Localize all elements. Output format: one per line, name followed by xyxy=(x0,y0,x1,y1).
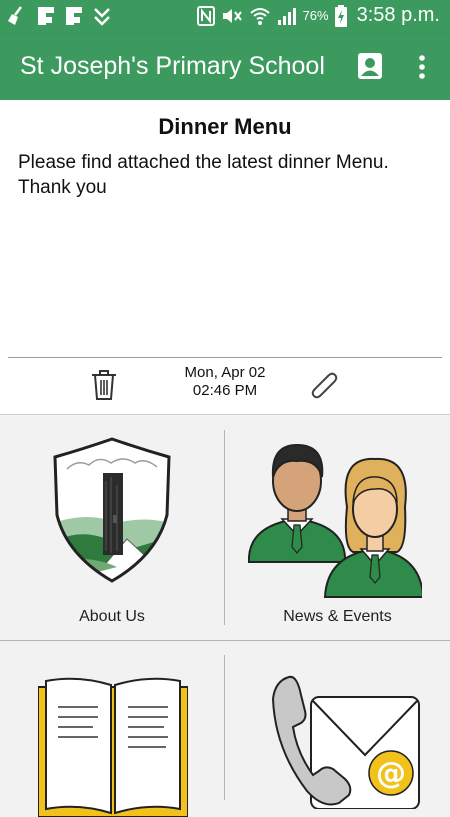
download-done-icon xyxy=(94,8,110,26)
message-body: Please find attached the latest dinner M… xyxy=(18,152,389,198)
battery-percentage: 76% xyxy=(302,8,329,23)
school-crest-icon xyxy=(53,437,171,583)
message-title: Dinner Menu xyxy=(158,114,292,139)
phone-mail-icon: @ xyxy=(271,675,420,809)
wifi-icon xyxy=(249,7,270,25)
tile-about-us[interactable]: About Us xyxy=(0,415,224,640)
app-bar: St Joseph's Primary School xyxy=(0,34,450,100)
more-vert-icon[interactable] xyxy=(410,52,434,82)
open-book-icon xyxy=(38,677,188,817)
app-title: St Joseph's Primary School xyxy=(20,52,325,80)
tile-label: News & Events xyxy=(283,608,392,625)
battery-charging-icon xyxy=(334,4,347,27)
message-date: Mon, Apr 02 xyxy=(184,364,266,381)
broom-icon xyxy=(8,6,22,25)
mute-icon xyxy=(222,8,242,23)
message-card: Dinner Menu Please find attached the lat… xyxy=(0,100,450,415)
paperclip-icon[interactable] xyxy=(306,366,342,402)
tile-book[interactable] xyxy=(0,641,224,817)
system-icons: 76% 3:58 p.m. xyxy=(196,4,440,27)
contact-card-icon[interactable] xyxy=(356,52,384,80)
app-notification-icon xyxy=(66,7,82,25)
signal-icon xyxy=(277,7,296,25)
clock: 3:58 p.m. xyxy=(356,4,440,26)
app-notification-icon xyxy=(38,7,54,25)
svg-text:@: @ xyxy=(376,756,406,791)
tile-contact[interactable]: @ xyxy=(225,641,450,809)
tile-label: About Us xyxy=(79,608,145,625)
message-datetime: Mon, Apr 02 02:46 PM xyxy=(150,364,300,400)
nfc-icon xyxy=(196,5,215,26)
message-time: 02:46 PM xyxy=(192,382,258,399)
card-divider xyxy=(8,357,442,358)
trash-icon[interactable] xyxy=(86,366,122,402)
students-icon xyxy=(248,443,422,598)
tile-news-events[interactable]: News & Events xyxy=(225,415,450,640)
notification-icons xyxy=(6,5,112,27)
status-bar: 76% 3:58 p.m. xyxy=(0,0,450,34)
